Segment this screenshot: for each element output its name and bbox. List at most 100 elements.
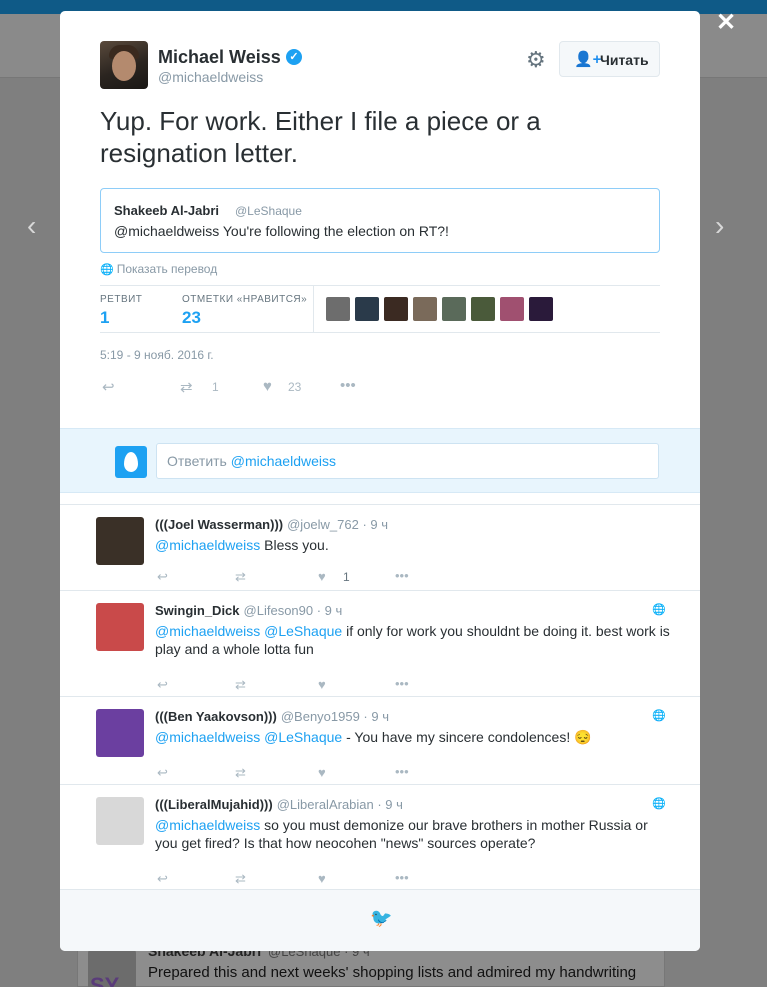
show-translation-label: Показать перевод — [116, 262, 218, 276]
liker-avatar[interactable] — [529, 297, 553, 321]
reply-icon[interactable]: ↩ — [157, 871, 168, 887]
reply-author-display-name: Swingin_Dick — [155, 603, 240, 618]
liker-avatar[interactable] — [355, 297, 379, 321]
reply-text: @michaeldweiss Bless you. — [155, 536, 670, 554]
like-icon[interactable]: ♥ — [318, 871, 326, 886]
reply-actions: ↩ ⇄ ♥ ••• — [155, 870, 455, 889]
reply-actions: ↩ ⇄ ♥ ••• — [155, 676, 455, 695]
reply-author-handle: @joelw_762 · 9 ч — [287, 517, 389, 532]
retweets-label: РЕТВИТ — [100, 294, 143, 305]
liker-avatar[interactable] — [500, 297, 524, 321]
reply-icon[interactable]: ↩ — [157, 569, 168, 585]
next-tweet-arrow-icon[interactable]: › — [715, 210, 724, 242]
globe-icon: 🌐 — [652, 604, 666, 616]
quoted-tweet-handle: @LeShaque — [235, 204, 302, 218]
follow-button-label: Читать — [600, 52, 649, 68]
reply-placeholder: Ответить — [167, 453, 227, 469]
tweet-stats: РЕТВИТ 1 ОТМЕТКИ «НРАВИТСЯ» 23 — [100, 285, 660, 333]
liker-avatar[interactable] — [326, 297, 350, 321]
reply-icon[interactable]: ↩ — [102, 378, 115, 396]
previous-tweet-arrow-icon[interactable]: ‹ — [27, 210, 36, 242]
more-icon[interactable]: ••• — [340, 377, 356, 394]
tweet-modal: Michael Weiss ✓ @michaeldweiss ⚙ 👤+ Чита… — [60, 11, 700, 951]
more-icon[interactable]: ••• — [395, 764, 409, 779]
reply-author-name[interactable]: (((LiberalMujahid))) @LiberalArabian · 9 … — [155, 797, 403, 812]
like-icon[interactable]: ♥ — [318, 569, 326, 584]
retweet-icon[interactable]: ⇄ — [235, 569, 246, 585]
likes-count[interactable]: 23 — [182, 308, 201, 328]
reply-text: @michaeldweiss @LeShaque - You have my s… — [155, 728, 670, 746]
reply-tweet[interactable]: (((Joel Wasserman))) @joelw_762 · 9 ч @mic… — [60, 504, 700, 590]
reply-icon[interactable]: ↩ — [157, 765, 168, 781]
more-icon[interactable]: ••• — [395, 676, 409, 691]
tweet-timestamp[interactable]: 5:19 - 9 нояб. 2016 г. — [100, 348, 214, 362]
reply-text: @michaeldweiss so you must demonize our … — [155, 816, 670, 852]
reply-avatar[interactable] — [96, 709, 144, 757]
retweet-icon[interactable]: ⇄ — [180, 378, 193, 396]
liker-avatar[interactable] — [384, 297, 408, 321]
tweet-text: Yup. For work. Either I file a piece or … — [100, 106, 541, 168]
retweet-icon[interactable]: ⇄ — [235, 765, 246, 781]
like-icon[interactable]: ♥ — [318, 677, 326, 692]
quoted-tweet-name: Shakeeb Al-Jabri — [114, 203, 220, 218]
globe-icon: 🌐 — [652, 710, 666, 722]
reply-author-display-name: (((LiberalMujahid))) — [155, 797, 273, 812]
reply-mentions[interactable]: @michaeldweiss @LeShaque — [155, 729, 342, 745]
like-icon[interactable]: ♥ — [263, 378, 272, 395]
reply-tweet[interactable]: (((Ben Yaakovson))) @Benyo1959 · 9 ч 🌐 @mic… — [60, 696, 700, 784]
reply-tweet[interactable]: (((LiberalMujahid))) @LiberalArabian · 9 … — [60, 784, 700, 890]
reply-body: - You have my sincere condolences! 😔 — [342, 729, 592, 745]
show-translation-link[interactable]: 🌐 Показать перевод — [100, 262, 217, 276]
author-handle[interactable]: @michaeldweiss — [158, 69, 263, 85]
globe-icon: 🌐 — [100, 264, 114, 276]
quoted-tweet[interactable]: Shakeeb Al-Jabri @LeShaque @michaeldweis… — [100, 188, 660, 253]
reply-mentions[interactable]: @michaeldweiss @LeShaque — [155, 623, 342, 639]
tweet-actions: ↩ ⇄ 1 ♥ 23 ••• — [100, 377, 660, 398]
quoted-tweet-text: @michaeldweiss You're following the elec… — [114, 223, 449, 239]
liker-avatar[interactable] — [413, 297, 437, 321]
egg-icon — [124, 452, 138, 472]
reply-avatar[interactable] — [96, 797, 144, 845]
background-avatar-letters: SY — [90, 973, 120, 987]
current-user-avatar — [115, 446, 147, 478]
retweet-icon[interactable]: ⇄ — [235, 677, 246, 693]
more-icon[interactable]: ••• — [395, 870, 409, 885]
modal-footer: 🐦 — [60, 889, 700, 951]
reply-body: Bless you. — [260, 537, 329, 553]
reply-actions: ↩ ⇄ ♥ ••• — [155, 764, 455, 783]
retweets-count[interactable]: 1 — [100, 308, 109, 328]
like-count: 23 — [288, 380, 302, 394]
reply-author-name[interactable]: (((Ben Yaakovson))) @Benyo1959 · 9 ч — [155, 709, 389, 724]
reply-author-name[interactable]: Swingin_Dick @Lifeson90 · 9 ч — [155, 603, 342, 618]
liker-avatar[interactable] — [471, 297, 495, 321]
reply-author-display-name: (((Ben Yaakovson))) — [155, 709, 277, 724]
retweet-icon[interactable]: ⇄ — [235, 871, 246, 887]
retweet-count: 1 — [212, 380, 219, 394]
reply-avatar[interactable] — [96, 603, 144, 651]
background-tweet-text: Prepared this and next weeks' shopping l… — [148, 964, 637, 981]
reply-avatar[interactable] — [96, 517, 144, 565]
background-tweet-avatar: SY — [88, 949, 136, 987]
stats-divider — [313, 286, 314, 332]
reply-mentions[interactable]: @michaeldweiss — [155, 817, 260, 833]
gear-icon[interactable]: ⚙ — [526, 47, 546, 73]
follow-button[interactable]: 👤+ Читать — [559, 41, 660, 77]
reply-composer: Ответить @michaeldweiss — [60, 428, 700, 493]
reply-input[interactable]: Ответить @michaeldweiss — [156, 443, 659, 479]
reply-icon[interactable]: ↩ — [157, 677, 168, 693]
author-avatar[interactable] — [100, 41, 148, 89]
reply-author-handle: @Benyo1959 · 9 ч — [280, 709, 389, 724]
avatar-face — [112, 51, 136, 81]
twitter-bird-icon: 🐦 — [370, 908, 393, 928]
reply-author-display-name: (((Joel Wasserman))) — [155, 517, 284, 532]
reply-mentions[interactable]: @michaeldweiss — [155, 537, 260, 553]
close-modal-icon[interactable]: ✕ — [716, 8, 736, 37]
reply-author-handle: @Lifeson90 · 9 ч — [243, 603, 343, 618]
reply-author-name[interactable]: (((Joel Wasserman))) @joelw_762 · 9 ч — [155, 517, 388, 532]
reply-tweet[interactable]: Swingin_Dick @Lifeson90 · 9 ч 🌐 @michaeldwe… — [60, 590, 700, 696]
liker-avatar[interactable] — [442, 297, 466, 321]
like-icon[interactable]: ♥ — [318, 765, 326, 780]
author-name[interactable]: Michael Weiss — [158, 47, 281, 68]
reply-actions: ↩ ⇄ ♥ 1 ••• — [155, 568, 455, 587]
more-icon[interactable]: ••• — [395, 568, 409, 583]
